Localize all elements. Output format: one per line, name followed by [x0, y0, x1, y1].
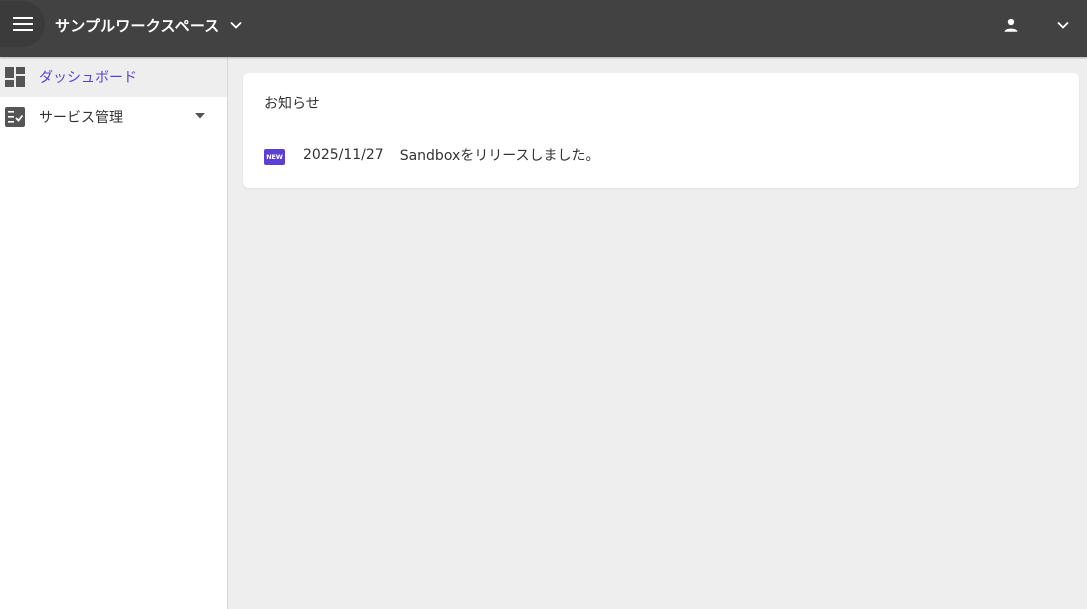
- notice-card: お知らせ NEW 2025/11/27 Sandboxをリリースしました。: [243, 73, 1079, 188]
- menu-button[interactable]: [0, 1, 45, 47]
- sidebar-item-label: サービス管理: [39, 110, 123, 126]
- workspace-selector[interactable]: サンプルワークスペース: [55, 0, 242, 50]
- news-item[interactable]: NEW 2025/11/27 Sandboxをリリースしました。: [264, 145, 600, 165]
- app-root: サンプルワークスペース ダッシュボード サービス管理 お知らせ NEW 2025…: [0, 0, 1087, 609]
- checklist-icon: [5, 107, 25, 127]
- sidebar-item-dashboard[interactable]: ダッシュボード: [0, 57, 227, 97]
- user-dropdown[interactable]: [1057, 21, 1069, 29]
- sidebar-item-label: ダッシュボード: [39, 70, 137, 86]
- dashboard-icon: [5, 67, 25, 87]
- person-icon: [1004, 18, 1018, 32]
- sidebar: ダッシュボード サービス管理: [0, 57, 228, 609]
- caret-down-icon[interactable]: [195, 113, 205, 119]
- new-badge: NEW: [264, 148, 285, 165]
- news-date: 2025/11/27: [303, 147, 384, 163]
- news-text: Sandboxをリリースしました。: [399, 148, 600, 164]
- workspace-dropdown[interactable]: [229, 21, 242, 29]
- hamburger-menu-icon: [12, 17, 33, 31]
- user-menu[interactable]: [1001, 0, 1069, 50]
- sidebar-item-service-management[interactable]: サービス管理: [0, 97, 227, 137]
- user-avatar[interactable]: [1001, 15, 1021, 35]
- notice-card-title: お知らせ: [264, 96, 320, 112]
- chevron-down-icon: [1057, 21, 1069, 29]
- app-header: サンプルワークスペース: [0, 0, 1087, 57]
- workspace-title: サンプルワークスペース: [55, 16, 220, 35]
- chevron-down-icon: [229, 21, 242, 29]
